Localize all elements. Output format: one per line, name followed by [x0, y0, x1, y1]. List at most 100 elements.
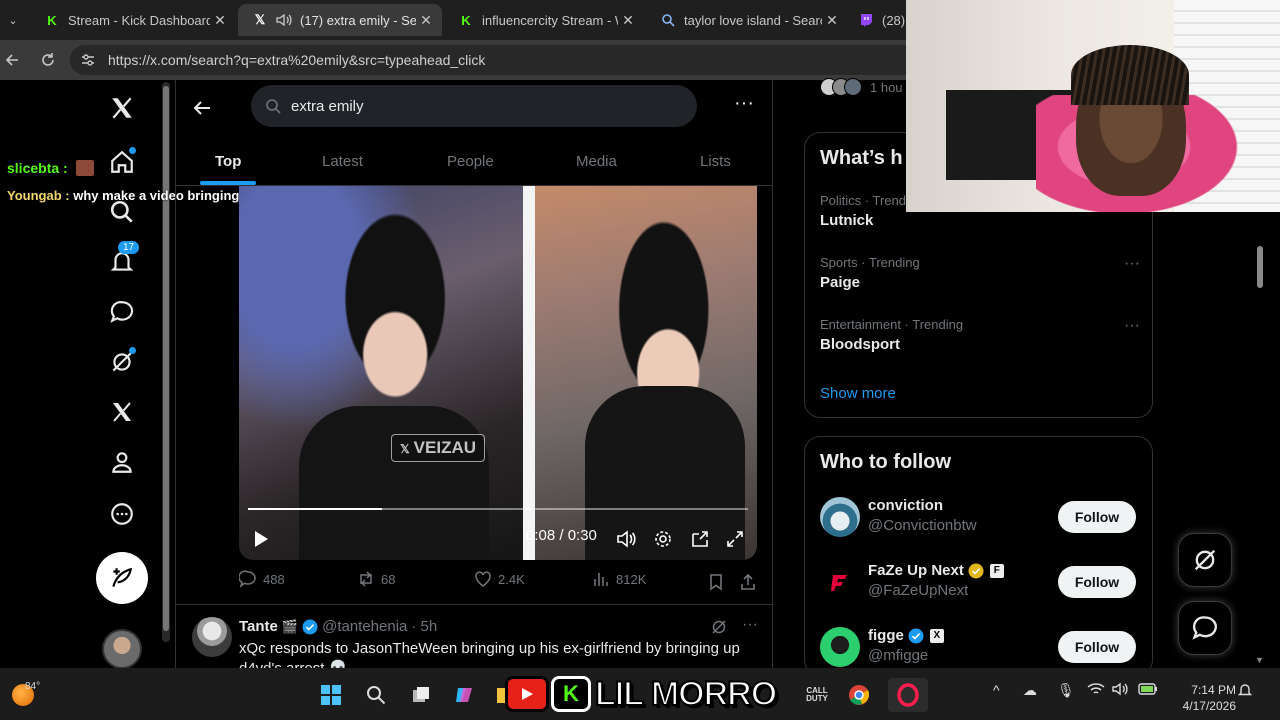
author-name[interactable]: Tante	[239, 618, 278, 635]
play-icon[interactable]	[249, 527, 273, 551]
screen: ⌄ K Stream - Kick Dashboard ✕ 𝕏 (17) ext…	[0, 0, 1280, 720]
avatar[interactable]	[192, 617, 232, 657]
post-time[interactable]: · 5h	[411, 618, 437, 635]
suggestion-handle: @Convictionbtw	[868, 517, 977, 534]
avatar[interactable]	[820, 627, 860, 667]
system-clock[interactable]: 7:14 PM 4/17/2026	[1166, 682, 1236, 714]
trend-item[interactable]: Sports · Trending Paige ···	[820, 255, 1140, 291]
chrome-icon[interactable]	[846, 682, 872, 708]
tab-lists[interactable]: Lists	[700, 136, 731, 186]
video-progress-bar[interactable]	[248, 508, 748, 510]
close-tab-icon[interactable]: ✕	[822, 12, 842, 29]
avatar[interactable]	[820, 497, 860, 537]
picture-in-picture-icon[interactable]	[688, 527, 712, 551]
battery-icon[interactable]	[1138, 682, 1158, 698]
follow-button[interactable]: Follow	[1058, 501, 1136, 533]
close-tab-icon[interactable]: ✕	[416, 12, 436, 29]
wifi-icon[interactable]	[1087, 682, 1105, 699]
browser-tab-influencercity[interactable]: K influencercity Stream - Watc ✕	[444, 4, 644, 36]
trend-more-icon[interactable]: ···	[1124, 255, 1140, 273]
reload-icon[interactable]	[36, 48, 60, 72]
follow-button[interactable]: Follow	[1058, 631, 1136, 663]
volume-icon[interactable]	[1112, 682, 1130, 699]
notifications-bell-icon[interactable]: 17	[104, 241, 140, 280]
x-watermark-icon: 𝕏	[400, 442, 410, 456]
trend-more-icon[interactable]: ···	[1124, 317, 1140, 335]
browser-tab-kick-dashboard[interactable]: K Stream - Kick Dashboard ✕	[30, 4, 236, 36]
bookmark-icon[interactable]	[708, 573, 724, 596]
tab-search-menu-icon[interactable]: ⌄	[0, 0, 26, 40]
follow-suggestion[interactable]: FaZe Up Next F @FaZeUpNext Follow	[820, 560, 1140, 606]
avatar[interactable]	[820, 562, 860, 602]
address-bar[interactable]: https://x.com/search?q=extra%20emily&src…	[70, 45, 920, 75]
follow-button[interactable]: Follow	[1058, 566, 1136, 598]
repost-button[interactable]: 68	[357, 570, 395, 588]
show-more-link[interactable]: Show more	[820, 385, 896, 402]
tab-media[interactable]: Media	[576, 136, 617, 186]
fullscreen-icon[interactable]	[723, 527, 747, 551]
microphone-icon[interactable]: 🎙	[1057, 682, 1075, 699]
messages-fab-button[interactable]	[1178, 601, 1232, 655]
more-circle-icon[interactable]	[104, 496, 140, 532]
video-frame-right	[535, 186, 757, 560]
more-options-icon[interactable]: ···	[742, 617, 758, 641]
tab-latest[interactable]: Latest	[322, 136, 363, 186]
share-icon[interactable]	[739, 573, 757, 596]
affiliate-badge-icon: F	[989, 563, 1004, 578]
trend-item[interactable]: Entertainment · Trending Bloodsport ···	[820, 317, 1140, 353]
close-tab-icon[interactable]: ✕	[618, 12, 638, 29]
browser-tab-taylor-search[interactable]: taylor love island - Search ✕	[646, 4, 848, 36]
compose-post-button[interactable]	[96, 552, 148, 604]
search-icon[interactable]	[363, 682, 389, 708]
tab-people[interactable]: People	[447, 136, 494, 186]
scroll-down-arrow-icon[interactable]: ▼	[1255, 655, 1264, 665]
tab-top[interactable]: Top	[215, 136, 241, 186]
grok-icon[interactable]	[104, 344, 140, 380]
speaker-icon[interactable]	[276, 13, 292, 27]
more-options-icon[interactable]: ···	[732, 93, 756, 118]
follow-suggestion[interactable]: figge X @mfigge Follow	[820, 625, 1140, 671]
profile-person-icon[interactable]	[104, 444, 140, 480]
video-frame-left	[239, 186, 523, 560]
author-handle[interactable]: @tantehenia	[322, 618, 407, 635]
site-settings-icon[interactable]	[80, 52, 96, 68]
scrollbar-thumb[interactable]	[163, 86, 169, 631]
messages-icon[interactable]	[104, 294, 140, 330]
notification-center-icon[interactable]	[1237, 682, 1253, 701]
search-input[interactable]: extra emily	[251, 85, 697, 127]
back-arrow-icon[interactable]	[190, 96, 214, 120]
call-of-duty-icon[interactable]: CALL DUTY	[804, 682, 830, 708]
streamer-name: LIL MORRO	[594, 674, 778, 714]
task-view-icon[interactable]	[408, 682, 434, 708]
views-button[interactable]: 812K	[592, 570, 646, 588]
windows-start-icon[interactable]	[318, 682, 344, 708]
back-arrow-icon[interactable]	[0, 48, 24, 72]
grok-fab-button[interactable]	[1178, 533, 1232, 587]
browser-tab-twitch[interactable]: (28)	[850, 4, 910, 36]
settings-gear-icon[interactable]	[651, 527, 675, 551]
left-scrollbar[interactable]	[162, 82, 170, 642]
x-logo-icon[interactable]	[104, 90, 140, 126]
grok-icon[interactable]	[710, 618, 728, 641]
premium-x-icon[interactable]	[104, 394, 140, 430]
chat-username: slicebta :	[7, 160, 68, 176]
show-hidden-icons-icon[interactable]: ^	[993, 682, 1000, 698]
right-scrollbar[interactable]: ▼	[1255, 212, 1265, 667]
onedrive-icon[interactable]: ☁	[1023, 682, 1037, 699]
volume-icon[interactable]	[615, 527, 639, 551]
youtube-icon	[505, 676, 549, 712]
follow-suggestion[interactable]: conviction @Convictionbtw Follow	[820, 495, 1140, 541]
reply-button[interactable]: 488	[239, 570, 285, 588]
browser-tab-x-search[interactable]: 𝕏 (17) extra emily - Search ✕	[238, 4, 442, 36]
home-icon[interactable]	[104, 144, 140, 180]
like-button[interactable]: 2.4K	[474, 570, 525, 588]
recent-avatars: 1 hou	[820, 78, 903, 96]
video-player[interactable]: 𝕏 VEIZAU 0:08 / 0:30	[239, 186, 757, 560]
close-tab-icon[interactable]: ✕	[210, 12, 230, 29]
opera-gx-icon[interactable]	[888, 678, 928, 712]
scrollbar-thumb[interactable]	[1257, 246, 1263, 288]
author-emoji: 🎬	[281, 618, 299, 634]
view-count: 812K	[616, 571, 647, 587]
copilot-icon[interactable]	[451, 682, 477, 708]
account-avatar[interactable]	[102, 629, 142, 669]
